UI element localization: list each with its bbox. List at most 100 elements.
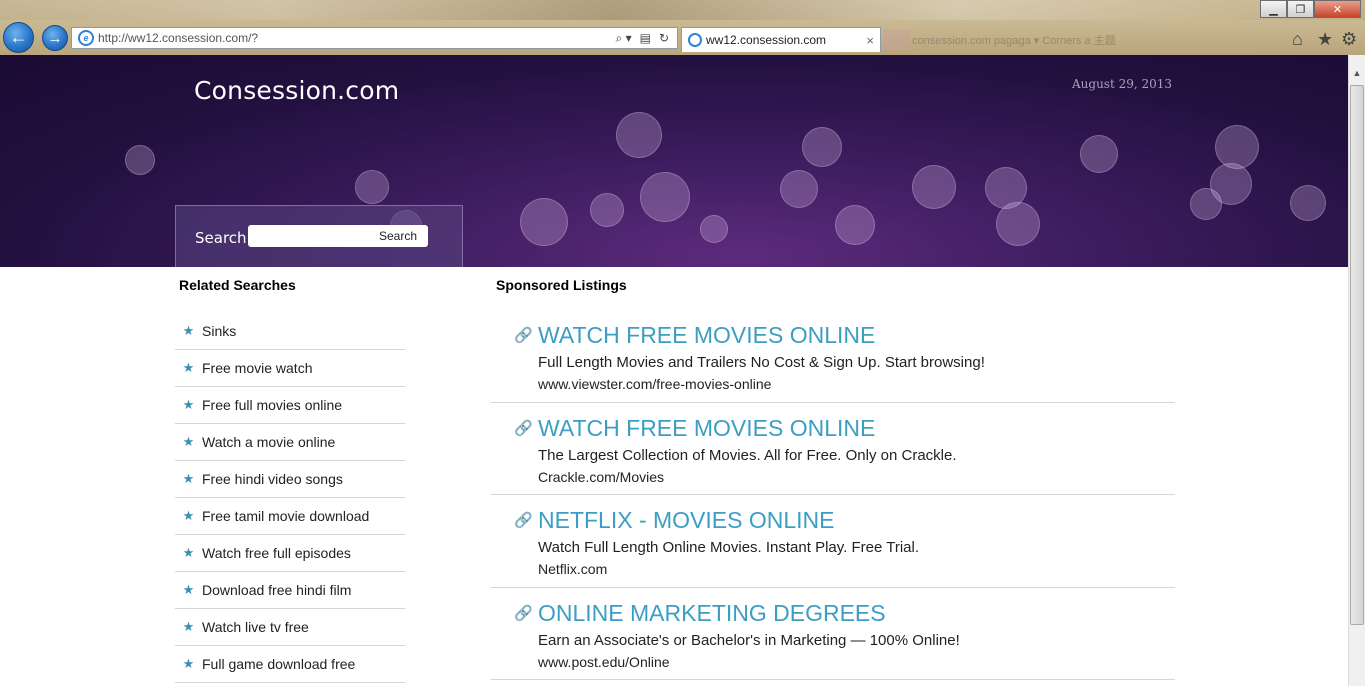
related-item-label[interactable]: Watch live tv free bbox=[202, 619, 309, 635]
listing: 🔗 ONLINE MARKETING DEGREES Earn an Assoc… bbox=[491, 588, 1175, 680]
bokeh-decoration bbox=[1190, 188, 1222, 220]
vertical-scrollbar[interactable]: ▲ bbox=[1348, 55, 1365, 686]
bokeh-decoration bbox=[802, 127, 842, 167]
star-icon: ★ bbox=[182, 619, 195, 634]
tab-active[interactable]: ww12.consession.com × bbox=[681, 27, 881, 52]
new-tab-button[interactable] bbox=[884, 30, 910, 50]
minimize-button[interactable]: ▁ bbox=[1260, 0, 1287, 18]
maximize-button[interactable]: ❐ bbox=[1287, 0, 1314, 18]
star-icon: ★ bbox=[182, 323, 195, 338]
bokeh-decoration bbox=[616, 112, 662, 158]
related-item-label[interactable]: Free full movies online bbox=[202, 397, 342, 413]
related-item[interactable]: ★ Free hindi video songs bbox=[175, 461, 405, 498]
related-item[interactable]: ★ Free movie watch bbox=[175, 350, 405, 387]
listing: 🔗 WATCH FREE MOVIES ONLINE Full Length M… bbox=[491, 310, 1175, 403]
compat-view-icon[interactable]: ▤ bbox=[640, 31, 651, 45]
sponsored-listings-heading: Sponsored Listings bbox=[496, 277, 627, 293]
related-item[interactable]: ★ Watch live tv free bbox=[175, 609, 405, 646]
search-dropdown-icon[interactable]: ⌕ ▾ bbox=[616, 31, 632, 46]
related-item-label[interactable]: Full game download free bbox=[202, 656, 355, 672]
bokeh-decoration bbox=[1290, 185, 1326, 221]
bokeh-decoration bbox=[835, 205, 875, 245]
related-item-label[interactable]: Watch a movie online bbox=[202, 434, 335, 450]
related-searches-list: ★ Sinks ★ Free movie watch ★ Free full movi… bbox=[175, 313, 405, 683]
link-icon: 🔗 bbox=[514, 512, 533, 529]
listing-description: Earn an Associate's or Bachelor's in Mar… bbox=[538, 631, 960, 649]
related-item-label[interactable]: Free tamil movie download bbox=[202, 508, 369, 524]
sponsored-listings: 🔗 WATCH FREE MOVIES ONLINE Full Length M… bbox=[491, 310, 1175, 680]
star-icon: ★ bbox=[182, 508, 195, 523]
refresh-icon[interactable]: ↻ bbox=[659, 31, 669, 45]
listing-description: The Largest Collection of Movies. All fo… bbox=[538, 446, 957, 464]
bokeh-decoration bbox=[1215, 125, 1259, 169]
related-item-label[interactable]: Free movie watch bbox=[202, 360, 312, 376]
listing-url[interactable]: www.post.edu/Online bbox=[538, 654, 670, 670]
background-tabs: consession.com pagaga ▾ Corners a 主题 bbox=[912, 35, 1116, 47]
listing-description: Watch Full Length Online Movies. Instant… bbox=[538, 539, 919, 556]
listing: 🔗 NETFLIX - MOVIES ONLINE Watch Full Len… bbox=[491, 495, 1175, 588]
search-input[interactable] bbox=[248, 225, 368, 247]
bokeh-decoration bbox=[912, 165, 956, 209]
related-searches-heading: Related Searches bbox=[179, 277, 296, 293]
gear-icon[interactable]: ⚙ bbox=[1341, 29, 1357, 50]
title-bar-background bbox=[0, 0, 1365, 20]
related-item[interactable]: ★ Watch free full episodes bbox=[175, 535, 405, 572]
related-item[interactable]: ★ Sinks bbox=[175, 313, 405, 350]
bokeh-decoration bbox=[520, 198, 568, 246]
scroll-thumb[interactable] bbox=[1350, 85, 1364, 625]
star-icon: ★ bbox=[182, 397, 195, 412]
link-icon: 🔗 bbox=[514, 604, 533, 622]
forward-arrow-icon: → bbox=[47, 29, 63, 47]
bokeh-decoration bbox=[125, 145, 155, 175]
ie-page-icon: e bbox=[78, 30, 94, 46]
related-item-label[interactable]: Free hindi video songs bbox=[202, 471, 343, 487]
search-label: Search bbox=[195, 229, 247, 247]
scroll-up-icon[interactable]: ▲ bbox=[1349, 65, 1365, 81]
listing-title[interactable]: WATCH FREE MOVIES ONLINE bbox=[538, 322, 875, 349]
listing-title[interactable]: NETFLIX - MOVIES ONLINE bbox=[538, 507, 835, 534]
related-item[interactable]: ★ Full game download free bbox=[175, 646, 405, 683]
header-banner: Consession.com August 29, 2013 Search Se… bbox=[0, 55, 1348, 267]
home-icon[interactable]: ⌂ bbox=[1292, 29, 1303, 50]
star-icon: ★ bbox=[182, 656, 195, 671]
back-arrow-icon: ← bbox=[9, 27, 28, 47]
window-close-button[interactable]: ✕ bbox=[1314, 0, 1361, 18]
site-date: August 29, 2013 bbox=[1072, 77, 1173, 91]
link-icon: 🔗 bbox=[514, 327, 533, 344]
listing-url[interactable]: Crackle.com/Movies bbox=[538, 469, 664, 485]
ie-tab-icon bbox=[688, 33, 702, 47]
link-icon: 🔗 bbox=[514, 419, 533, 437]
address-text[interactable]: http://ww12.consession.com/? bbox=[98, 31, 616, 45]
back-button[interactable]: ← bbox=[3, 22, 34, 53]
related-item-label[interactable]: Watch free full episodes bbox=[202, 545, 351, 561]
listing-title[interactable]: ONLINE MARKETING DEGREES bbox=[538, 600, 886, 627]
browser-chrome: ← → e http://ww12.consession.com/? ⌕ ▾ ▤… bbox=[0, 0, 1365, 55]
bokeh-decoration bbox=[355, 170, 389, 204]
bokeh-decoration bbox=[590, 193, 624, 227]
star-icon: ★ bbox=[182, 471, 195, 486]
bokeh-decoration bbox=[996, 202, 1040, 246]
listing-title[interactable]: WATCH FREE MOVIES ONLINE bbox=[538, 415, 875, 442]
related-item-label[interactable]: Download free hindi film bbox=[202, 582, 351, 598]
related-item[interactable]: ★ Free tamil movie download bbox=[175, 498, 405, 535]
related-item-label[interactable]: Sinks bbox=[202, 323, 236, 339]
forward-button[interactable]: → bbox=[42, 25, 68, 51]
site-title[interactable]: Consession.com bbox=[194, 76, 399, 105]
related-item[interactable]: ★ Watch a movie online bbox=[175, 424, 405, 461]
related-item[interactable]: ★ Download free hindi film bbox=[175, 572, 405, 609]
bokeh-decoration bbox=[1080, 135, 1118, 173]
bokeh-decoration bbox=[700, 215, 728, 243]
tab-close-icon[interactable]: × bbox=[866, 33, 874, 48]
star-icon: ★ bbox=[182, 582, 195, 597]
search-button[interactable]: Search bbox=[368, 225, 428, 247]
favorites-star-icon[interactable]: ★ bbox=[1317, 29, 1333, 50]
listing-description: Full Length Movies and Trailers No Cost … bbox=[538, 354, 985, 371]
tab-title: ww12.consession.com bbox=[706, 33, 827, 47]
address-bar[interactable]: e http://ww12.consession.com/? ⌕ ▾ ▤ ↻ bbox=[71, 27, 678, 49]
related-item[interactable]: ★ Free full movies online bbox=[175, 387, 405, 424]
listing: 🔗 WATCH FREE MOVIES ONLINE The Largest C… bbox=[491, 403, 1175, 495]
star-icon: ★ bbox=[182, 545, 195, 560]
listing-url[interactable]: www.viewster.com/free-movies-online bbox=[538, 376, 771, 392]
star-icon: ★ bbox=[182, 360, 195, 375]
listing-url[interactable]: Netflix.com bbox=[538, 561, 607, 577]
